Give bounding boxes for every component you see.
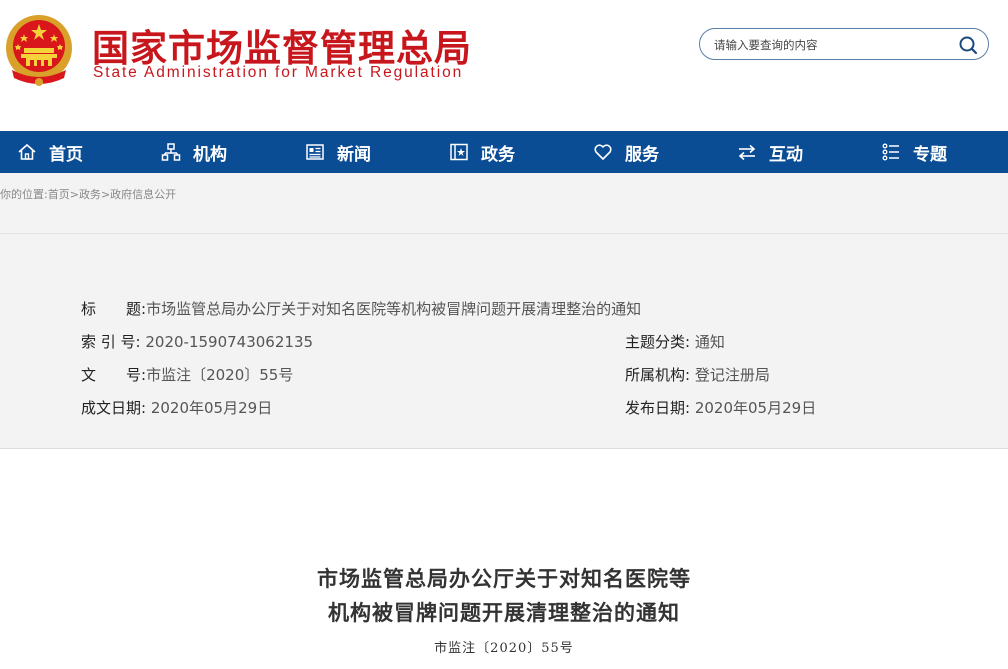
site-subtitle: State Administration for Market Regulati… — [93, 64, 464, 81]
info-row-published: 发布日期: 2020年05月29日 — [625, 397, 816, 418]
nav-label: 机构 — [193, 144, 227, 165]
site-header: 国家市场监督管理总局 State Administration for Mark… — [0, 0, 1008, 131]
info-value: 2020年05月29日 — [150, 399, 273, 417]
info-row-docno: 文 号:市监注〔2020〕55号 — [81, 364, 293, 385]
nav-label: 互动 — [769, 144, 803, 165]
nav-item-topics[interactable]: 专题 — [881, 131, 947, 173]
info-row-agency: 所属机构: 登记注册局 — [625, 364, 770, 385]
info-label: 主题分类: — [625, 333, 691, 351]
home-icon — [18, 143, 36, 160]
breadcrumb-link-info-disclosure[interactable]: 政府信息公开 — [110, 188, 176, 201]
search-input[interactable] — [712, 35, 946, 55]
info-value: 2020年05月29日 — [694, 399, 817, 417]
national-emblem-logo[interactable] — [4, 12, 74, 88]
breadcrumb-prefix: 你的位置: — [0, 188, 48, 201]
breadcrumb-separator: > — [69, 188, 79, 201]
government-book-icon — [450, 143, 468, 161]
info-value: 市监注〔2020〕55号 — [146, 366, 294, 384]
article-doc-number: 市监注〔2020〕55号 — [434, 641, 574, 656]
info-value: 登记注册局 — [694, 366, 770, 384]
exchange-arrows-icon — [738, 144, 756, 161]
topics-icon — [882, 143, 899, 161]
info-label: 成文日期: — [81, 399, 147, 417]
nav-item-home[interactable]: 首页 — [17, 131, 83, 173]
info-value: 市场监管总局办公厅关于对知名医院等机构被冒牌问题开展清理整治的通知 — [146, 300, 642, 318]
breadcrumb-link-affairs[interactable]: 政务 — [79, 188, 101, 201]
info-label: 文 号: — [81, 366, 147, 384]
breadcrumb: 你的位置:首页>政务>政府信息公开 — [0, 173, 1008, 234]
info-label: 所属机构: — [625, 366, 691, 384]
document-info-panel: 标 题:市场监管总局办公厅关于对知名医院等机构被冒牌问题开展清理整治的通知 索 … — [0, 234, 1008, 449]
breadcrumb-trail: 你的位置:首页>政务>政府信息公开 — [0, 186, 176, 202]
nav-item-service[interactable]: 服务 — [593, 131, 659, 173]
nav-label: 首页 — [49, 144, 83, 165]
nav-label: 专题 — [913, 144, 947, 165]
nav-item-news[interactable]: 新闻 — [305, 131, 371, 173]
breadcrumb-link-home[interactable]: 首页 — [48, 188, 70, 201]
info-row-created: 成文日期: 2020年05月29日 — [81, 397, 272, 418]
info-row-category: 主题分类: 通知 — [625, 331, 725, 352]
info-label: 标 题: — [81, 300, 147, 318]
newspaper-icon — [306, 144, 324, 160]
info-label: 发布日期: — [625, 399, 691, 417]
info-row-title: 标 题:市场监管总局办公厅关于对知名医院等机构被冒牌问题开展清理整治的通知 — [81, 298, 641, 319]
heart-icon — [594, 144, 612, 160]
nav-label: 服务 — [625, 144, 659, 165]
breadcrumb-separator: > — [100, 188, 111, 201]
main-nav: 首页 机构 新闻 政务 服务 互动 专题 — [0, 131, 1008, 173]
article-title-line-2: 机构被冒牌问题开展清理整治的通知 — [328, 600, 680, 625]
info-label: 索 引 号: — [81, 333, 141, 351]
nav-label: 新闻 — [337, 144, 371, 165]
info-row-index: 索 引 号: 2020-1590743062135 — [81, 331, 313, 352]
info-value: 2020-1590743062135 — [145, 333, 314, 351]
nav-label: 政务 — [481, 144, 515, 165]
search-box — [699, 28, 989, 60]
nav-item-interaction[interactable]: 互动 — [737, 131, 803, 173]
org-chart-icon — [161, 143, 181, 161]
search-icon[interactable] — [958, 35, 978, 55]
nav-item-affairs[interactable]: 政务 — [449, 131, 515, 173]
info-value: 通知 — [694, 333, 725, 351]
article-title-line-1: 市场监管总局办公厅关于对知名医院等 — [317, 566, 691, 591]
nav-item-org[interactable]: 机构 — [161, 131, 227, 173]
